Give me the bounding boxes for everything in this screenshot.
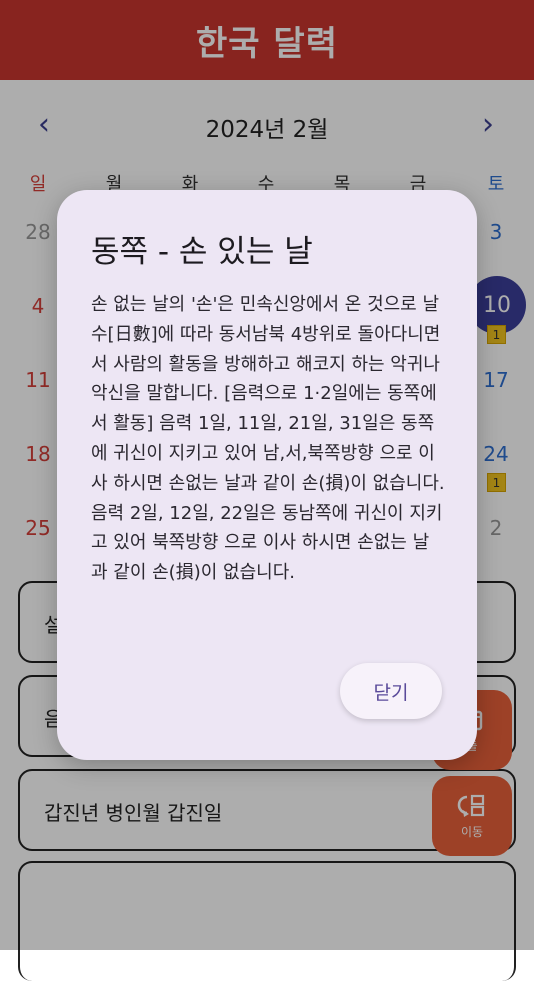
dialog-body: 손 없는 날의 '손'은 민속신앙에서 온 것으로 날수[日數]에 따라 동서남… (91, 294, 445, 584)
info-dialog: 동쪽 - 손 있는 날 손 없는 날의 '손'은 민속신앙에서 온 것으로 날수… (57, 190, 477, 760)
close-button[interactable]: 닫기 (340, 663, 442, 719)
dialog-title: 동쪽 - 손 있는 날 (91, 234, 313, 270)
